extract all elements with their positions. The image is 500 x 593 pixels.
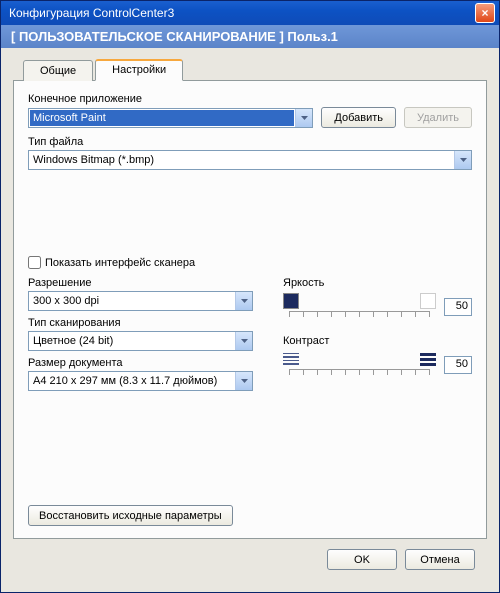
close-icon: × [481, 6, 488, 20]
contrast-low-icon [283, 351, 299, 367]
chevron-down-icon [295, 109, 312, 127]
config-window: Конфигурация ControlCenter3 × [ ПОЛЬЗОВА… [0, 0, 500, 593]
chevron-down-icon [235, 372, 252, 390]
file-type-value: Windows Bitmap (*.bmp) [29, 154, 454, 166]
show-interface-label: Показать интерфейс сканера [45, 257, 195, 269]
brightness-slider[interactable] [283, 293, 436, 321]
file-type-combo[interactable]: Windows Bitmap (*.bmp) [28, 150, 472, 170]
window-subtitle: [ ПОЛЬЗОВАТЕЛЬСКОЕ СКАНИРОВАНИЕ ] Польз.… [1, 25, 499, 48]
scan-type-combo[interactable]: Цветное (24 bit) [28, 331, 253, 351]
window-title: Конфигурация ControlCenter3 [9, 6, 475, 20]
doc-size-value: A4 210 x 297 мм (8.3 x 11.7 дюймов) [29, 375, 235, 387]
resolution-value: 300 x 300 dpi [29, 295, 235, 307]
target-app-combo[interactable]: Microsoft Paint [28, 108, 313, 128]
resolution-combo[interactable]: 300 x 300 dpi [28, 291, 253, 311]
contrast-value[interactable]: 50 [444, 356, 472, 374]
close-button[interactable]: × [475, 3, 495, 23]
doc-size-label: Размер документа [28, 357, 253, 369]
contrast-slider[interactable] [283, 351, 436, 379]
tab-general[interactable]: Общие [23, 60, 93, 81]
brightness-value[interactable]: 50 [444, 298, 472, 316]
tab-strip: Общие Настройки [23, 58, 487, 80]
chevron-down-icon [235, 292, 252, 310]
doc-size-combo[interactable]: A4 210 x 297 мм (8.3 x 11.7 дюймов) [28, 371, 253, 391]
chevron-down-icon [454, 151, 471, 169]
titlebar: Конфигурация ControlCenter3 × [1, 1, 499, 25]
brightness-label: Яркость [283, 277, 472, 289]
tab-settings[interactable]: Настройки [95, 59, 183, 81]
settings-panel: Конечное приложение Microsoft Paint Доба… [13, 80, 487, 539]
restore-defaults-button[interactable]: Восстановить исходные параметры [28, 505, 233, 526]
resolution-label: Разрешение [28, 277, 253, 289]
contrast-high-icon [420, 351, 436, 367]
scan-type-value: Цветное (24 bit) [29, 335, 235, 347]
file-type-label: Тип файла [28, 136, 472, 148]
cancel-button[interactable]: Отмена [405, 549, 475, 570]
chevron-down-icon [235, 332, 252, 350]
target-app-label: Конечное приложение [28, 93, 472, 105]
scan-type-label: Тип сканирования [28, 317, 253, 329]
ok-button[interactable]: OK [327, 549, 397, 570]
dialog-body: Общие Настройки Конечное приложение Micr… [1, 48, 499, 592]
add-button[interactable]: Добавить [321, 107, 396, 128]
show-interface-checkbox[interactable] [28, 256, 41, 269]
brightness-light-icon [420, 293, 436, 309]
contrast-label: Контраст [283, 335, 472, 347]
brightness-dark-icon [283, 293, 299, 309]
dialog-footer: OK Отмена [13, 539, 487, 580]
target-app-value: Microsoft Paint [30, 110, 294, 126]
delete-button: Удалить [404, 107, 472, 128]
